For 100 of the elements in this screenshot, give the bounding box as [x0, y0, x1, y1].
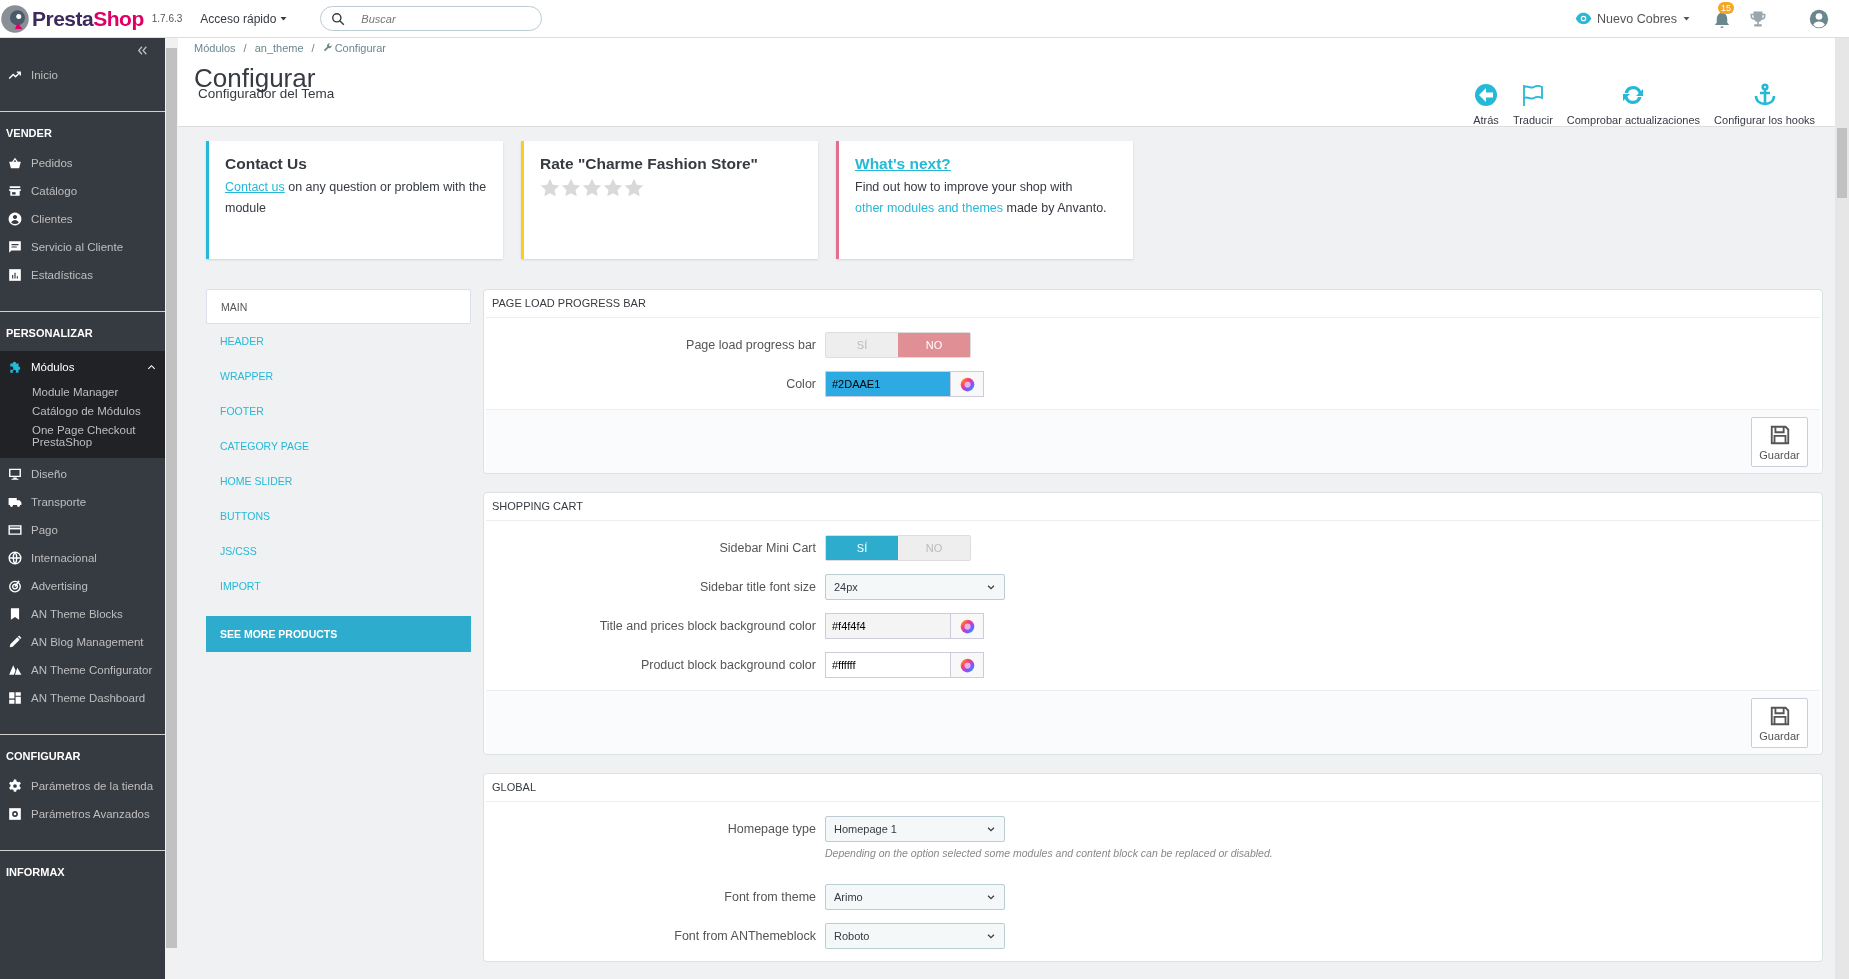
version-text: 1.7.6.3 [151, 13, 183, 24]
breadcrumb-link[interactable]: Configurar [334, 42, 386, 54]
flag-icon [1520, 83, 1545, 107]
sidebar-item[interactable]: Parámetros de la tienda [0, 772, 165, 800]
search-field[interactable]: Buscar [320, 6, 543, 31]
toolbar-button[interactable]: Atrás [1473, 83, 1499, 126]
color-wheel-icon [959, 657, 975, 673]
color-field[interactable]: #2DAAE1 [825, 371, 951, 397]
sidebar-item[interactable]: Transporte [0, 488, 165, 516]
chevron-down-icon [986, 931, 996, 941]
sidebar-item[interactable]: Módulos [0, 353, 165, 381]
monitor-icon [8, 467, 22, 481]
panel-heading: GLOBAL [486, 774, 1820, 802]
card-text: Find out how to improve your shop with other modules and themes made by Anvanto. [855, 179, 1108, 217]
star-icon[interactable] [624, 178, 644, 198]
select-dropdown[interactable]: Roboto [825, 923, 1005, 949]
sidebar-item[interactable]: Diseño [0, 460, 165, 488]
bookmark-icon [8, 607, 22, 621]
panel-heading: PAGE LOAD PROGRESS BAR [486, 290, 1820, 318]
target-icon [8, 579, 22, 593]
notification-badge: 15 [1718, 1, 1734, 14]
save-button[interactable]: Guardar [1751, 697, 1808, 748]
sidebar-item[interactable]: AN Blog Management [0, 628, 165, 656]
shapes-icon [8, 663, 22, 677]
color-picker-button[interactable] [951, 652, 984, 678]
puzzle-icon [8, 360, 22, 374]
page-title: Configurar [194, 66, 316, 90]
card-title: Contact Us [225, 155, 308, 173]
toolbar-button[interactable]: Traducir [1512, 83, 1553, 126]
field-label: Product block background color [639, 657, 816, 674]
star-icon[interactable] [603, 178, 623, 198]
toolbar-button[interactable]: Comprobar actualizaciones [1566, 83, 1701, 126]
sidebar-item[interactable]: AN Theme Dashboard [0, 684, 165, 712]
field-label: Sidebar title font size [698, 579, 816, 596]
trophy-icon[interactable] [1749, 9, 1767, 28]
caret-icon [279, 14, 289, 23]
quick-access-dropdown[interactable]: Acceso rápido [196, 7, 293, 30]
eye-icon [1575, 10, 1593, 27]
field-label: Sidebar Mini Cart [718, 540, 816, 557]
field-label: Font from theme [723, 889, 816, 906]
gear-icon [8, 779, 22, 793]
submenu-item[interactable]: Module Manager [32, 383, 165, 402]
field-label: Page load progress bar [685, 337, 816, 354]
help-text: Depending on the option selected some modules and content block can be replaced or disabled. [825, 847, 1273, 859]
chart-icon [8, 268, 22, 282]
panel-heading: SHOPPING CART [486, 493, 1820, 521]
section-heading: VENDER [5, 127, 53, 141]
sidebar-item[interactable]: Estadísticas [0, 261, 165, 289]
field-label: Title and prices block background color [598, 618, 816, 635]
logo-text: PrestaShop [32, 6, 144, 31]
select-dropdown[interactable]: Arimo [825, 884, 1005, 910]
field-label: Homepage type [726, 821, 816, 838]
color-picker-button[interactable] [951, 613, 984, 639]
sidebar-item[interactable]: Pago [0, 516, 165, 544]
pencil-icon [8, 635, 22, 649]
star-icon[interactable] [582, 178, 602, 198]
menu-tab[interactable]: MAIN [206, 289, 471, 324]
section-heading: INFORMAX [5, 866, 66, 880]
anchor-icon [1752, 83, 1777, 107]
caret-icon [1682, 14, 1691, 23]
color-wheel-icon [959, 618, 975, 634]
color-field[interactable]: #ffffff [825, 652, 951, 678]
collapse-icon[interactable] [136, 44, 149, 57]
wrench-icon [322, 43, 333, 53]
chevron-down-icon [986, 824, 996, 834]
breadcrumb-separator: / [243, 42, 247, 54]
user-avatar-icon[interactable] [1809, 8, 1829, 29]
color-wheel-icon [959, 376, 975, 392]
field-label: Color [785, 376, 816, 393]
submenu-item[interactable]: One Page Checkout PrestaShop [32, 421, 165, 452]
section-heading: CONFIGURAR [5, 750, 82, 764]
globe-icon [8, 551, 22, 565]
card-title: Rate "Charme Fashion Store" [540, 155, 759, 173]
truck-icon [8, 495, 22, 509]
breadcrumb-link[interactable]: Módulos [194, 42, 236, 54]
color-field[interactable]: #f4f4f4 [825, 613, 951, 639]
section-heading: PERSONALIZAR [5, 327, 94, 341]
star-icon[interactable] [540, 178, 560, 198]
submenu-item[interactable]: Catálogo de Módulos [32, 402, 165, 421]
shop-dropdown[interactable]: Nuevo Cobres [1569, 9, 1697, 28]
breadcrumb-link[interactable]: an_theme [254, 42, 304, 54]
sidebar-item[interactable]: Internacional [0, 544, 165, 572]
refresh-icon [1621, 83, 1646, 107]
sidebar-item[interactable]: AN Theme Configurator [0, 656, 165, 684]
select-dropdown[interactable]: 24px [825, 574, 1005, 600]
sidebar-item[interactable]: Clientes [0, 205, 165, 233]
save-button[interactable]: Guardar [1751, 416, 1808, 467]
sidebar-item[interactable]: AN Theme Blocks [0, 600, 165, 628]
toolbar-button[interactable]: Configurar los hooks [1714, 83, 1815, 126]
sidebar-item[interactable]: Catálogo [0, 177, 165, 205]
sidebar-item[interactable]: Inicio [0, 61, 165, 89]
gear-square-icon [8, 807, 22, 821]
sidebar-item[interactable]: Pedidos [0, 149, 165, 177]
chevron-down-icon [986, 582, 996, 592]
sidebar-item[interactable]: Servicio al Cliente [0, 233, 165, 261]
color-picker-button[interactable] [951, 371, 984, 397]
sidebar-item[interactable]: Advertising [0, 572, 165, 600]
select-dropdown[interactable]: Homepage 1 [825, 816, 1005, 842]
star-icon[interactable] [561, 178, 581, 198]
sidebar-item[interactable]: Parámetros Avanzados [0, 800, 165, 828]
